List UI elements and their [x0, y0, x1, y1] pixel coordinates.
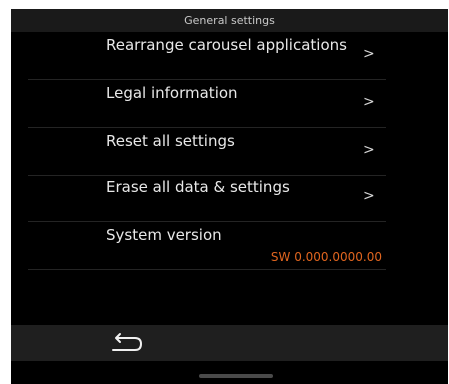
settings-item-label: Rearrange carousel applications	[106, 36, 347, 54]
chevron-right-icon: >	[363, 188, 375, 204]
system-version-value: SW 0.000.0000.00	[270, 250, 382, 264]
settings-item-label: Legal information	[106, 84, 238, 102]
settings-item-label: Erase all data & settings	[106, 178, 290, 196]
page-title: General settings	[11, 9, 448, 32]
system-version-label: System version	[106, 226, 222, 244]
chevron-right-icon: >	[363, 46, 375, 62]
back-button[interactable]	[105, 330, 145, 356]
settings-item-rearrange-carousel[interactable]: Rearrange carousel applications >	[28, 32, 386, 80]
settings-screen: General settings Rearrange carousel appl…	[11, 9, 448, 384]
settings-item-erase-all-data[interactable]: Erase all data & settings >	[28, 174, 386, 222]
settings-item-legal-information[interactable]: Legal information >	[28, 80, 386, 128]
home-indicator[interactable]	[199, 374, 273, 378]
bottom-bar	[11, 325, 448, 361]
chevron-right-icon: >	[363, 142, 375, 158]
chevron-right-icon: >	[363, 94, 375, 110]
settings-item-label: Reset all settings	[106, 132, 235, 150]
back-arrow-icon	[112, 333, 142, 351]
settings-item-reset-all-settings[interactable]: Reset all settings >	[28, 128, 386, 176]
settings-item-system-version: System version SW 0.000.0000.00	[28, 222, 386, 270]
